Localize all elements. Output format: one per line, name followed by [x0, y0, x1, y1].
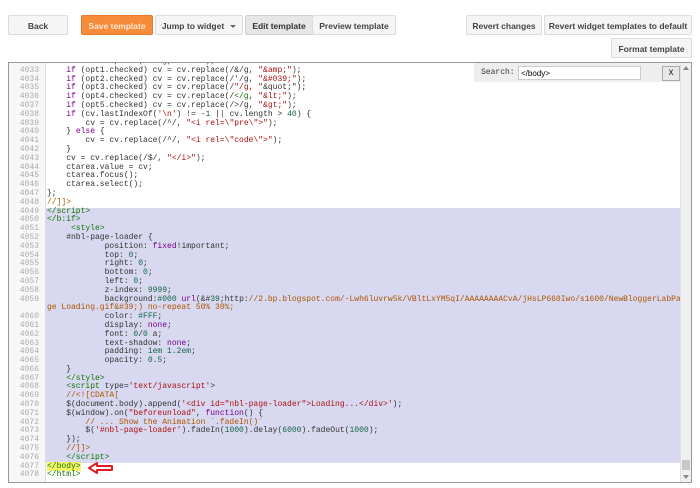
- editor-scrollbar[interactable]: [680, 63, 691, 482]
- code-text[interactable]: <script type='text/javascript'>: [45, 383, 681, 393]
- code-lines[interactable]: 4032 cv = cv.replace(/\t/g, " ");4033 if…: [9, 63, 681, 480]
- jump-to-widget-label: Jump to widget: [161, 21, 225, 31]
- code-line[interactable]: 4065 opacity: 0.5;: [9, 356, 681, 366]
- revert-widget-templates-button[interactable]: Revert widget templates to default: [544, 15, 692, 35]
- code-line[interactable]: 4075 //]]>: [9, 444, 681, 454]
- code-line[interactable]: 4066 }: [9, 365, 681, 375]
- code-text[interactable]: cv = cv.replace(/^/, "<i rel=\"code\">")…: [45, 136, 681, 146]
- scroll-up-icon[interactable]: [683, 66, 689, 70]
- search-input[interactable]: [518, 66, 641, 80]
- close-search-button[interactable]: X: [662, 66, 680, 81]
- save-template-button[interactable]: Save template: [81, 15, 153, 35]
- jump-to-widget-dropdown[interactable]: Jump to widget: [155, 15, 243, 35]
- template-code-editor[interactable]: 4032 cv = cv.replace(/\t/g, " ");4033 if…: [8, 62, 692, 483]
- code-line[interactable]: 4047};: [9, 189, 681, 199]
- code-text[interactable]: //]]>: [45, 444, 681, 454]
- edit-template-tab[interactable]: Edit template: [245, 15, 313, 35]
- code-line[interactable]: 4048//]]>: [9, 198, 681, 208]
- scrollbar-thumb[interactable]: [682, 460, 690, 470]
- line-number: 4059: [19, 294, 39, 304]
- code-text[interactable]: </html>: [45, 471, 681, 480]
- code-text[interactable]: $('#nbl-page-loader').fadeIn(1000).delay…: [45, 427, 681, 437]
- code-text[interactable]: };: [45, 189, 681, 199]
- code-line[interactable]: 4041 cv = cv.replace(/^/, "<i rel=\"code…: [9, 136, 681, 146]
- code-line[interactable]: 4049 </script>: [9, 207, 681, 217]
- code-line[interactable]: 4059 background:#000 url(&#39;http://2.b…: [9, 294, 681, 314]
- code-text[interactable]: });: [45, 435, 681, 446]
- code-line[interactable]: 4046 ctarea.select();: [9, 180, 681, 190]
- code-line[interactable]: 4039 cv = cv.replace(/^/, "<i rel=\"pre\…: [9, 119, 681, 129]
- code-text[interactable]: ctarea.value = cv;: [45, 163, 681, 173]
- code-text[interactable]: </body>: [45, 461, 681, 472]
- preview-template-tab[interactable]: Preview template: [312, 15, 396, 35]
- scroll-down-icon[interactable]: [683, 475, 689, 479]
- code-line[interactable]: 4074 });: [9, 435, 681, 446]
- code-text[interactable]: }: [45, 365, 681, 375]
- code-text[interactable]: cv = cv.replace(/^/, "<i rel=\"pre\">");: [45, 119, 681, 129]
- revert-changes-button[interactable]: Revert changes: [466, 15, 542, 35]
- code-text[interactable]: background:#000 url(&#39;http://2.bp.blo…: [45, 295, 681, 314]
- code-text[interactable]: opacity: 0.5;: [45, 356, 681, 366]
- code-line[interactable]: 4073 $('#nbl-page-loader').fadeIn(1000).…: [9, 427, 681, 437]
- code-text[interactable]: </script>: [45, 207, 681, 217]
- line-number: 4078: [19, 470, 39, 480]
- code-text[interactable]: //]]>: [45, 198, 681, 208]
- search-bar: Search: X: [474, 63, 680, 82]
- code-line[interactable]: 4050 </b:if>: [9, 215, 681, 226]
- code-text[interactable]: </b:if>: [45, 215, 681, 226]
- back-button[interactable]: Back: [8, 15, 68, 35]
- code-text[interactable]: </script>: [45, 453, 681, 463]
- search-label: Search:: [481, 68, 515, 77]
- format-template-button[interactable]: Format template: [611, 38, 692, 58]
- red-arrow-icon: [88, 462, 113, 474]
- code-text[interactable]: position: fixed!important;: [45, 242, 681, 252]
- chevron-down-icon: [230, 25, 237, 29]
- code-text[interactable]: ctarea.select();: [45, 180, 681, 190]
